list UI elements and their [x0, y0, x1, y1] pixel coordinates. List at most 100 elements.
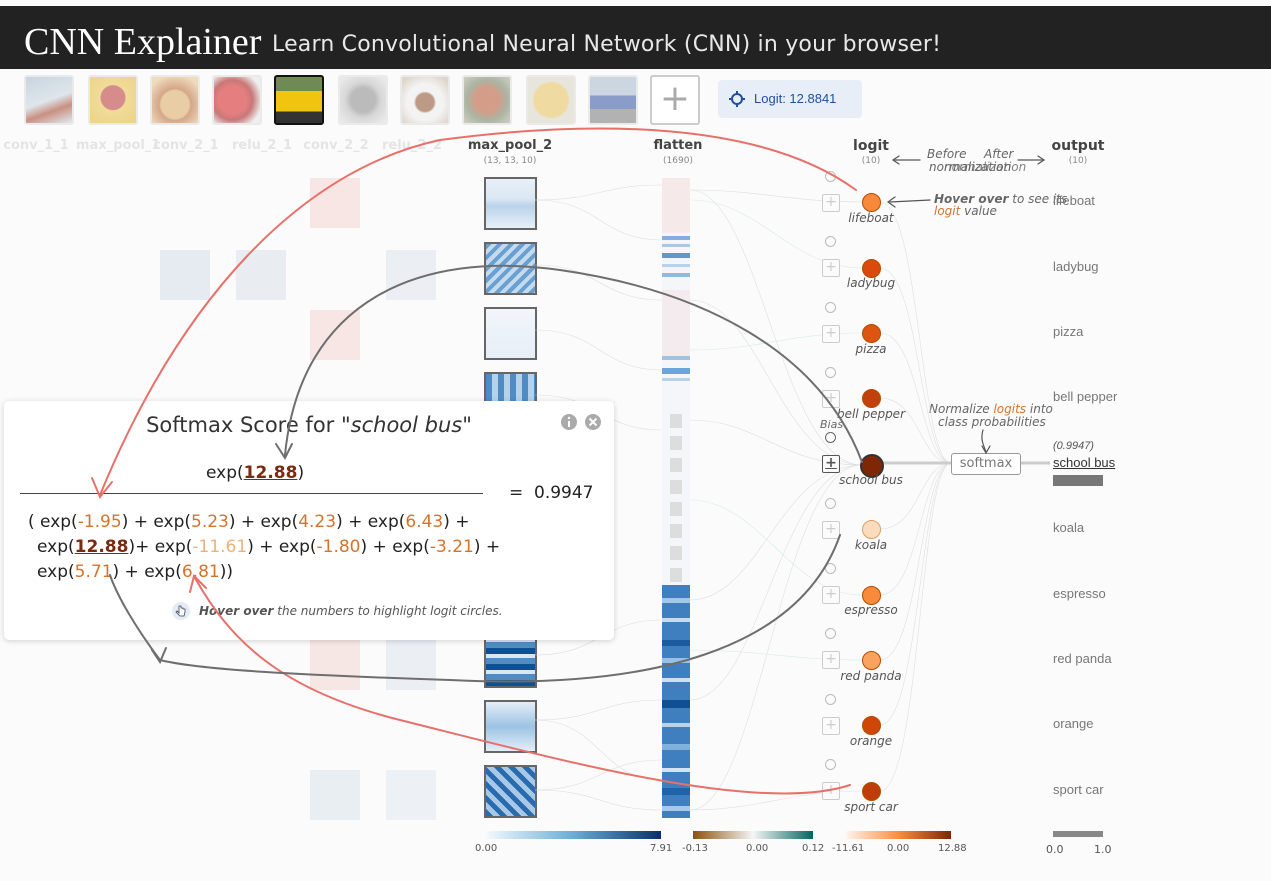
- bias-node[interactable]: [825, 367, 836, 378]
- output-label[interactable]: bell pepper: [1053, 389, 1117, 404]
- feature-map[interactable]: [484, 307, 537, 360]
- output-label[interactable]: red panda: [1053, 651, 1112, 666]
- thumb-bell-pepper[interactable]: [212, 75, 262, 125]
- logit-term[interactable]: -1.80: [317, 537, 361, 557]
- legend-value: 0.00: [887, 843, 910, 854]
- output-label[interactable]: sport car: [1053, 782, 1104, 797]
- output-label-selected[interactable]: school bus: [1053, 455, 1115, 470]
- before-note: Before: [927, 147, 967, 161]
- bias-node[interactable]: [825, 498, 836, 509]
- info-icon[interactable]: [560, 413, 578, 431]
- logit-term[interactable]: 12.88: [75, 537, 129, 557]
- thumb-koala[interactable]: [338, 75, 388, 125]
- denominator-line-1: ( exp(-1.95) + exp(5.23) + exp(4.23) + e…: [28, 512, 470, 532]
- feature-map[interactable]: [484, 765, 537, 818]
- bias-node[interactable]: [825, 759, 836, 770]
- logit-node-koala[interactable]: [862, 520, 881, 539]
- logit-term[interactable]: 5.71: [75, 562, 113, 582]
- feature-map[interactable]: [484, 700, 537, 753]
- logit-term[interactable]: 6.81: [182, 562, 220, 582]
- logit-label: red panda: [840, 669, 902, 683]
- logit-term[interactable]: -1.95: [78, 512, 122, 532]
- faded-map: [236, 250, 286, 300]
- legend-value: 0.00: [475, 843, 498, 854]
- logit-node-bell-pepper[interactable]: [862, 389, 881, 408]
- popup-title-class: school bus: [350, 413, 463, 437]
- logit-label: espresso: [844, 603, 898, 617]
- close-icon[interactable]: [584, 413, 602, 431]
- logit-node-sport-car[interactable]: [862, 782, 881, 801]
- output-label[interactable]: espresso: [1053, 586, 1106, 601]
- plus-icon: +: [822, 521, 840, 539]
- output-label[interactable]: lifeboat: [1053, 193, 1095, 208]
- logit-button[interactable]: Logit: 12.8841: [718, 80, 862, 118]
- hover-logit-note-2: logit value: [934, 204, 997, 218]
- output-label[interactable]: ladybug: [1053, 259, 1099, 274]
- popup-hover-note: Hover over the numbers to highlight logi…: [199, 604, 503, 618]
- bias-node[interactable]: [825, 563, 836, 574]
- logit-label: school bus: [839, 473, 903, 487]
- flatten-vector[interactable]: [662, 178, 690, 818]
- app-tagline: Learn Convolutional Neural Network (CNN)…: [272, 32, 942, 57]
- plus-icon: +: [822, 651, 840, 669]
- logit-term[interactable]: -3.21: [430, 537, 474, 557]
- normalize-note-2: class probabilities: [938, 415, 1046, 429]
- thumb-pizza[interactable]: [150, 75, 200, 125]
- logit-node-lifeboat[interactable]: [862, 193, 881, 212]
- bias-node[interactable]: [825, 236, 836, 247]
- plus-icon: +: [822, 259, 840, 277]
- crosshair-icon: [729, 91, 745, 107]
- logit-node-red-panda[interactable]: [862, 651, 881, 670]
- thumb-lifeboat[interactable]: [24, 75, 74, 125]
- logit-label: koala: [854, 538, 888, 552]
- logit-node-pizza[interactable]: [862, 324, 881, 343]
- feature-map[interactable]: [484, 242, 537, 295]
- bias-node[interactable]: [825, 432, 836, 443]
- logit-label: lifeboat: [848, 211, 894, 225]
- legend-value: 0.00: [746, 843, 769, 854]
- output-label[interactable]: orange: [1053, 716, 1093, 731]
- popup-title: Softmax Score for "school bus": [4, 413, 614, 437]
- logit-term[interactable]: -11.61: [192, 537, 247, 557]
- softmax-box[interactable]: softmax: [951, 453, 1021, 475]
- logit-button-label: Logit: 12.8841: [754, 91, 837, 106]
- app-title: CNN Explainer: [24, 21, 262, 63]
- thumb-espresso[interactable]: [400, 75, 450, 125]
- logit-title: logit: [853, 138, 889, 154]
- bias-node[interactable]: [825, 628, 836, 639]
- thumb-red-panda[interactable]: [462, 75, 512, 125]
- hover-logit-word: logit: [934, 204, 961, 218]
- normalize-a: Normalize: [929, 402, 994, 416]
- numerator-value[interactable]: 12.88: [244, 463, 298, 483]
- thumb-orange[interactable]: [526, 75, 576, 125]
- softmax-result: 0.9947: [534, 483, 594, 503]
- feature-map[interactable]: [484, 372, 537, 404]
- numerator: exp(12.88): [206, 463, 305, 483]
- feature-map[interactable]: [484, 635, 537, 688]
- legend-value: -11.61: [832, 843, 865, 854]
- thumb-ladybug[interactable]: [88, 75, 138, 125]
- bias-node[interactable]: [825, 302, 836, 313]
- bias-node[interactable]: [825, 694, 836, 705]
- logit-label: ladybug: [846, 276, 896, 290]
- output-label[interactable]: koala: [1053, 520, 1084, 535]
- feature-map[interactable]: [484, 177, 537, 230]
- flatten-legend: [693, 831, 813, 839]
- thumb-school-bus[interactable]: [274, 75, 324, 125]
- logit-term[interactable]: 4.23: [298, 512, 336, 532]
- logit-legend: [846, 831, 951, 839]
- popup-title-prefix: Softmax Score for ": [146, 413, 351, 437]
- popup-hover-rest: the numbers to highlight logit circles.: [273, 604, 503, 618]
- output-label[interactable]: pizza: [1053, 324, 1083, 339]
- bias-node[interactable]: [825, 171, 836, 182]
- logit-node-orange[interactable]: [862, 716, 881, 735]
- max-pool-dims: (13, 13, 10): [483, 156, 537, 166]
- logit-term[interactable]: 6.43: [405, 512, 443, 532]
- flatten-dims: (1690): [663, 156, 693, 166]
- logit-term[interactable]: 5.23: [191, 512, 229, 532]
- plus-icon: +: [822, 455, 840, 473]
- thumb-sport-car[interactable]: [588, 75, 638, 125]
- faded-col-title: max_pool_1: [76, 138, 161, 153]
- equals-sign: =: [509, 483, 524, 503]
- add-image-button[interactable]: +: [650, 75, 700, 125]
